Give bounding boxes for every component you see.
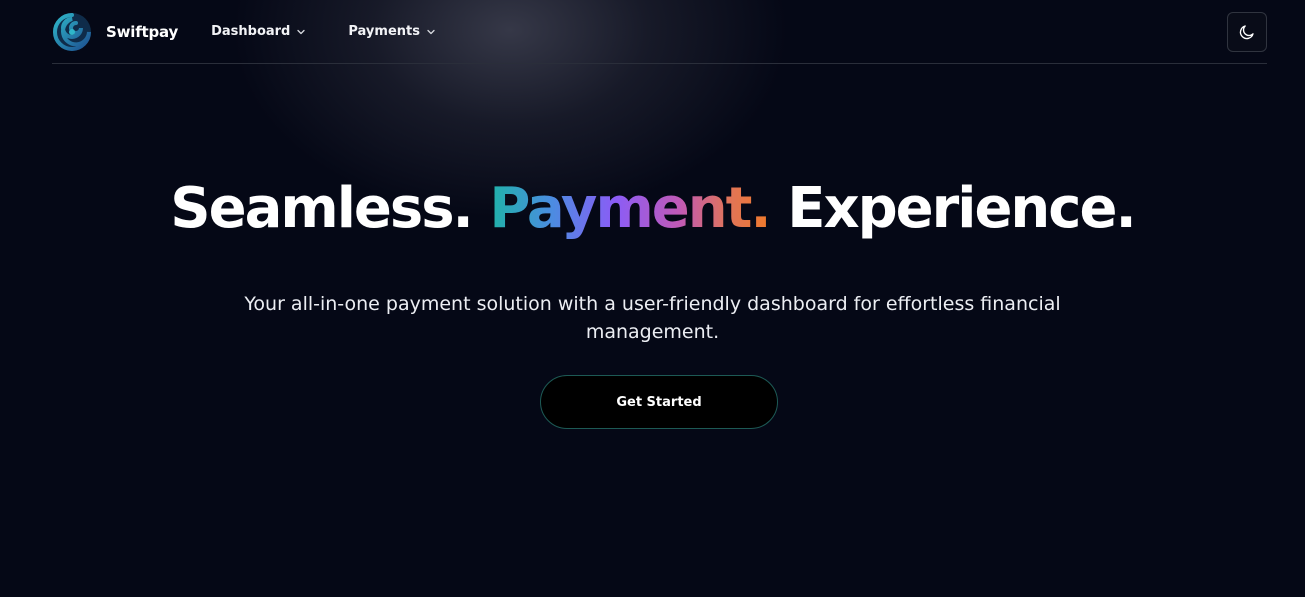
chevron-down-icon: [297, 29, 306, 34]
brand-name: Swiftpay: [106, 22, 179, 41]
nav-dashboard-menu[interactable]: Dashboard: [211, 24, 306, 39]
hero-headline: Seamless. Payment. Experience.: [0, 172, 1305, 246]
nav-payments-menu[interactable]: Payments: [348, 24, 436, 39]
moon-icon: [1239, 24, 1254, 39]
get-started-button[interactable]: Get Started: [540, 375, 778, 429]
top-navbar: Swiftpay Dashboard Payments: [52, 0, 1267, 64]
hero-subtitle: Your all-in-one payment solution with a …: [244, 293, 1061, 343]
headline-word-seamless: Seamless.: [170, 176, 474, 241]
headline-word-experience: Experience.: [787, 176, 1137, 241]
headline-word-payment: Payment.: [489, 176, 771, 241]
chevron-down-icon: [427, 29, 435, 34]
theme-toggle-button[interactable]: [1227, 11, 1267, 52]
nav-dashboard-label: Dashboard: [211, 24, 291, 39]
nav-payments-label: Payments: [348, 24, 420, 39]
brand[interactable]: Swiftpay: [52, 12, 178, 52]
hero-section: Seamless. Payment. Experience. Your all-…: [0, 172, 1305, 346]
swirl-logo-icon: [53, 12, 91, 51]
